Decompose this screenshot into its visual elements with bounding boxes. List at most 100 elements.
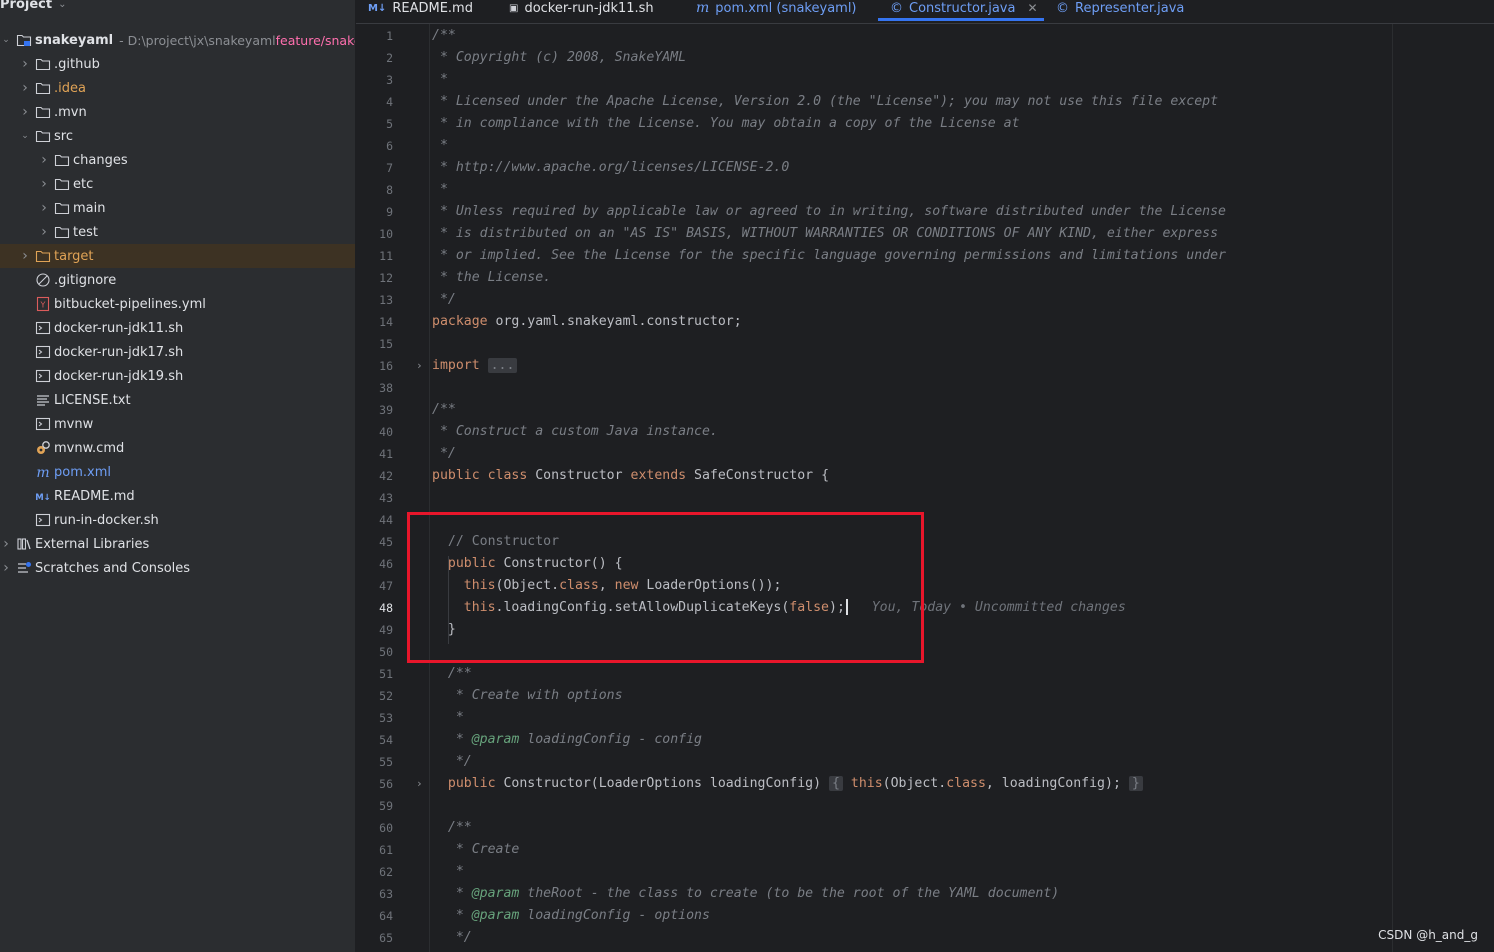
code-line[interactable]: 7 * http://www.apache.org/licenses/LICEN… — [356, 157, 1494, 179]
code-line[interactable]: 47 this(Object.class, new LoaderOptions(… — [356, 575, 1494, 597]
tree-item[interactable]: ⌄ snakeyaml - D:\project\jx\snakeyaml featu… — [0, 28, 355, 52]
fold-expand-icon[interactable]: › — [416, 773, 423, 795]
code-line[interactable]: 43 — [356, 487, 1494, 509]
code-line[interactable]: 44 — [356, 509, 1494, 531]
code-line[interactable]: 50 — [356, 641, 1494, 663]
code-line[interactable]: 65 */ — [356, 927, 1494, 949]
chevron-right-icon[interactable]: › — [19, 56, 31, 72]
code-line[interactable]: 41 */ — [356, 443, 1494, 465]
code-line[interactable]: 5 * in compliance with the License. You … — [356, 113, 1494, 135]
tree-item[interactable]: › .github — [0, 52, 355, 76]
code-token: class — [559, 578, 599, 593]
code-text: */ — [432, 927, 472, 949]
close-icon[interactable]: ✕ — [1027, 1, 1037, 15]
tree-item[interactable]: .gitignore — [0, 268, 355, 292]
tree-item[interactable]: › etc — [0, 172, 355, 196]
tree-item[interactable]: mvnw.cmd — [0, 436, 355, 460]
code-line[interactable]: 54 * @param loadingConfig - config — [356, 729, 1494, 751]
code-line[interactable]: 3 * — [356, 69, 1494, 91]
code-line[interactable]: 63 * @param theRoot - the class to creat… — [356, 883, 1494, 905]
tree-item[interactable]: m pom.xml — [0, 460, 355, 484]
tree-item[interactable]: › changes — [0, 148, 355, 172]
tab-constructor-java[interactable]: © Constructor.java ✕ — [878, 0, 1044, 22]
chevron-down-icon[interactable]: ⌄ — [19, 131, 31, 141]
chevron-right-icon[interactable]: › — [38, 176, 50, 192]
chevron-right-icon[interactable]: › — [38, 224, 50, 240]
code-line[interactable]: 2 * Copyright (c) 2008, SnakeYAML — [356, 47, 1494, 69]
code-line[interactable]: 60 /** — [356, 817, 1494, 839]
project-panel-header[interactable]: Project ⌄ — [0, 0, 66, 14]
tab-label: pom.xml (snakeyaml) — [715, 0, 857, 16]
tree-item[interactable]: docker-run-jdk17.sh — [0, 340, 355, 364]
code-line[interactable]: 64 * @param loadingConfig - options — [356, 905, 1494, 927]
chevron-right-icon[interactable]: › — [0, 560, 12, 576]
code-line[interactable]: 53 * — [356, 707, 1494, 729]
code-line[interactable]: 9 * Unless required by applicable law or… — [356, 201, 1494, 223]
code-line[interactable]: 11 * or implied. See the License for the… — [356, 245, 1494, 267]
code-line[interactable]: 38 — [356, 377, 1494, 399]
code-line[interactable]: 51 /** — [356, 663, 1494, 685]
code-line[interactable]: 39 /** — [356, 399, 1494, 421]
code-line[interactable]: 4 * Licensed under the Apache License, V… — [356, 91, 1494, 113]
code-line[interactable]: 40 * Construct a custom Java instance. — [356, 421, 1494, 443]
folded-region[interactable]: } — [1128, 776, 1143, 791]
chevron-right-icon[interactable]: › — [0, 536, 12, 552]
code-line[interactable]: 15 — [356, 333, 1494, 355]
code-line[interactable]: 59 — [356, 795, 1494, 817]
code-line[interactable]: 12 * the License. — [356, 267, 1494, 289]
fold-expand-icon[interactable]: › — [416, 355, 423, 377]
code-line[interactable]: 48 this.loadingConfig.setAllowDuplicateK… — [356, 597, 1494, 619]
code-line[interactable]: 1 /** — [356, 25, 1494, 47]
code-token: import — [432, 358, 488, 373]
tree-item[interactable]: ⌄ src — [0, 124, 355, 148]
chevron-right-icon[interactable]: › — [19, 104, 31, 120]
code-line[interactable]: 10 * is distributed on an "AS IS" BASIS,… — [356, 223, 1494, 245]
chevron-right-icon[interactable]: › — [38, 200, 50, 216]
tree-item[interactable]: Ybitbucket-pipelines.yml — [0, 292, 355, 316]
code-token: loadingConfig - options — [519, 908, 710, 923]
tab-readme-md[interactable]: M↓ README.md — [368, 0, 473, 22]
tree-item[interactable]: docker-run-jdk19.sh — [0, 364, 355, 388]
chevron-down-icon[interactable]: ⌄ — [58, 0, 66, 10]
tree-item[interactable]: › External Libraries — [0, 532, 355, 556]
tab-representer-java[interactable]: © Representer.java — [1056, 0, 1184, 22]
code-line[interactable]: 8 * — [356, 179, 1494, 201]
code-line[interactable]: 49 } — [356, 619, 1494, 641]
code-line[interactable]: 16 › import ... — [356, 355, 1494, 377]
tree-item[interactable]: docker-run-jdk11.sh — [0, 316, 355, 340]
tree-item[interactable]: LICENSE.txt — [0, 388, 355, 412]
code-line[interactable]: 56 › public Constructor(LoaderOptions loa… — [356, 773, 1494, 795]
tree-item[interactable]: run-in-docker.sh — [0, 508, 355, 532]
folded-region[interactable]: { — [829, 776, 843, 791]
chevron-right-icon[interactable]: › — [19, 80, 31, 96]
code-line[interactable]: 42 public class Constructor extends SafeC… — [356, 465, 1494, 487]
code-line[interactable]: 55 */ — [356, 751, 1494, 773]
code-line[interactable]: 13 */ — [356, 289, 1494, 311]
code-token: * Create with options — [432, 688, 623, 703]
code-line[interactable]: 46 public Constructor() { — [356, 553, 1494, 575]
shell-script-icon — [35, 344, 51, 360]
tab-pom-xml-snakeyaml[interactable]: m pom.xml (snakeyaml) — [696, 0, 857, 22]
code-line[interactable]: 14 package org.yaml.snakeyaml.constructor… — [356, 311, 1494, 333]
svg-text:M↓: M↓ — [35, 493, 51, 503]
tree-item[interactable]: › main — [0, 196, 355, 220]
code-editor[interactable]: 1/** 2 * Copyright (c) 2008, SnakeYAML 3 *… — [356, 24, 1494, 952]
chevron-down-icon[interactable]: ⌄ — [0, 35, 12, 45]
tree-item[interactable]: › .idea — [0, 76, 355, 100]
chevron-right-icon[interactable]: › — [38, 152, 50, 168]
chevron-right-icon[interactable]: › — [19, 248, 31, 264]
code-line[interactable]: 6 * — [356, 135, 1494, 157]
tree-item[interactable]: mvnw — [0, 412, 355, 436]
code-line[interactable]: 61 * Create — [356, 839, 1494, 861]
tree-item[interactable]: M↓ README.md — [0, 484, 355, 508]
tree-item[interactable]: › test — [0, 220, 355, 244]
code-line[interactable]: 52 * Create with options — [356, 685, 1494, 707]
tab-docker-run-jdk11-sh[interactable]: ▣ docker-run-jdk11.sh — [509, 0, 654, 22]
tree-item[interactable]: › .mvn — [0, 100, 355, 124]
code-line[interactable]: 45 // Constructor — [356, 531, 1494, 553]
code-line[interactable]: 62 * — [356, 861, 1494, 883]
code-text: * or implied. See the License for the sp… — [432, 245, 1226, 267]
folded-region[interactable]: ... — [487, 358, 518, 373]
tree-item[interactable]: › target — [0, 244, 355, 268]
tree-item[interactable]: › Scratches and Consoles — [0, 556, 355, 580]
